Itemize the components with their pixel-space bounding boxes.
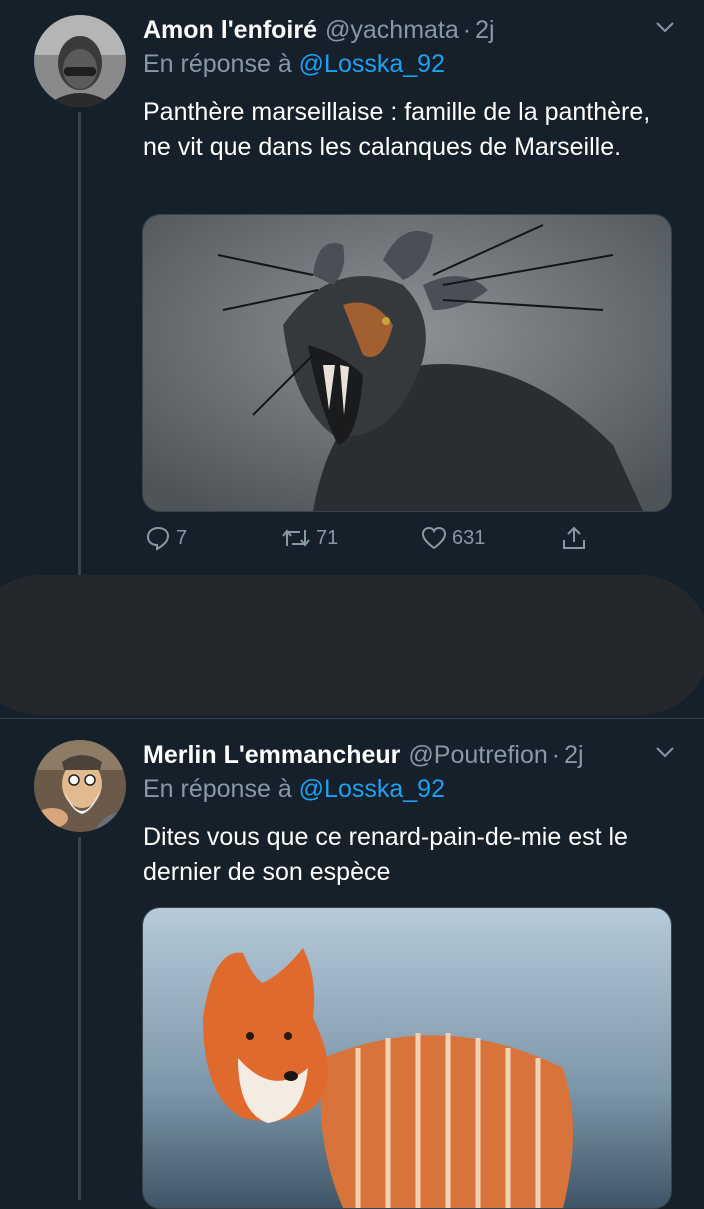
chevron-down-icon[interactable]	[652, 739, 678, 765]
retweet-count: 71	[316, 526, 339, 549]
chevron-down-icon[interactable]	[652, 14, 678, 40]
reply-context: En réponse à @Losska_92	[143, 50, 445, 79]
tweet-text: Panthère marseillaise : famille de la pa…	[143, 98, 651, 161]
mention-link[interactable]: @Losska_92	[299, 775, 445, 803]
fox-bread-photo	[143, 908, 671, 1208]
tweet-media[interactable]	[142, 214, 672, 512]
retweet-icon	[280, 524, 312, 552]
reply-prefix: En réponse à	[143, 50, 292, 78]
like-count: 631	[452, 526, 486, 549]
retweet-button[interactable]: 71	[280, 524, 338, 552]
separator-dot: ·	[551, 740, 561, 769]
like-button[interactable]: 631	[420, 524, 485, 552]
reply-prefix: En réponse à	[143, 775, 292, 803]
display-name[interactable]: Merlin L'emmancheur	[143, 741, 400, 770]
tweet-text: Dites vous que ce renard-pain-de-mie est…	[143, 823, 628, 886]
reply-context: En réponse à @Losska_92	[143, 775, 445, 804]
mention-link[interactable]: @Losska_92	[299, 50, 445, 78]
reply-button[interactable]: 7	[144, 524, 187, 552]
share-icon	[560, 524, 588, 552]
redacted-block	[0, 575, 704, 715]
timestamp[interactable]: 2j	[475, 16, 494, 45]
tweet-header: Amon l'enfoiré @yachmata · 2j	[143, 10, 684, 50]
reply-icon	[144, 524, 172, 552]
avatar[interactable]	[34, 740, 126, 832]
tweet-2[interactable]: Merlin L'emmancheur @Poutrefion · 2j En …	[0, 725, 704, 1209]
timestamp[interactable]: 2j	[564, 741, 583, 770]
tweet-media[interactable]	[142, 907, 672, 1209]
share-button[interactable]	[560, 524, 588, 552]
user-handle[interactable]: @Poutrefion	[408, 741, 547, 770]
reply-count: 7	[176, 526, 188, 549]
thread-line	[78, 112, 81, 575]
thread-line	[78, 837, 81, 1200]
heart-icon	[420, 524, 448, 552]
tweet-1[interactable]: Amon l'enfoiré @yachmata · 2j En réponse…	[0, 0, 704, 575]
user-handle[interactable]: @yachmata	[325, 16, 459, 45]
tweet-header: Merlin L'emmancheur @Poutrefion · 2j	[143, 735, 684, 775]
tweet-divider	[0, 718, 704, 719]
tweet-actions: 7 71 631	[142, 524, 622, 560]
display-name[interactable]: Amon l'enfoiré	[143, 16, 317, 45]
separator-dot: ·	[462, 15, 472, 44]
creature-photo	[143, 215, 671, 511]
avatar[interactable]	[34, 15, 126, 107]
